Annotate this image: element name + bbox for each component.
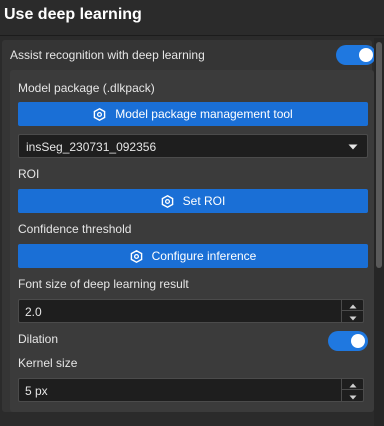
confidence-threshold-label: Confidence threshold — [18, 222, 132, 236]
font-size-value: 2.0 — [25, 305, 42, 319]
kernel-size-stepper[interactable]: 5 px — [18, 378, 364, 402]
kernel-size-label: Kernel size — [18, 356, 78, 370]
font-size-stepper-arrows — [341, 300, 363, 322]
hexagon-gear-icon — [130, 249, 143, 263]
model-package-management-button[interactable]: Model package management tool — [18, 102, 368, 126]
configure-inference-label: Configure inference — [151, 249, 257, 263]
dilation-label: Dilation — [18, 332, 59, 346]
dilation-toggle[interactable] — [328, 331, 368, 351]
triangle-down-icon — [347, 140, 359, 152]
hexagon-gear-icon — [93, 107, 106, 121]
assist-recognition-toggle[interactable] — [336, 45, 376, 65]
set-roi-label: Set ROI — [182, 194, 226, 208]
section-title: Use deep learning — [4, 6, 142, 23]
set-roi-button[interactable]: Set ROI — [18, 189, 368, 213]
hexagon-gear-icon — [161, 194, 174, 208]
toggle-knob — [351, 334, 365, 348]
configure-inference-button[interactable]: Configure inference — [18, 244, 368, 268]
font-size-label: Font size of deep learning result — [18, 277, 189, 291]
kernel-size-stepper-arrows — [341, 379, 363, 401]
model-package-selected-value: insSeg_230731_092356 — [26, 140, 157, 154]
chevron-down-icon — [349, 308, 357, 326]
chevron-down-icon — [349, 387, 357, 405]
assist-recognition-label: Assist recognition with deep learning — [10, 48, 205, 62]
model-package-select[interactable]: insSeg_230731_092356 — [18, 134, 368, 158]
model-package-management-label: Model package management tool — [115, 107, 293, 121]
kernel-size-decrement-button[interactable] — [342, 390, 363, 401]
deep-learning-settings-panel: Use deep learning Assist recognition wit… — [0, 0, 384, 426]
scrollbar-thumb[interactable] — [376, 42, 382, 268]
toggle-knob — [359, 48, 373, 62]
font-size-decrement-button[interactable] — [342, 311, 363, 322]
font-size-stepper[interactable]: 2.0 — [18, 299, 364, 323]
model-package-label: Model package (.dlkpack) — [18, 81, 155, 95]
roi-label: ROI — [18, 167, 40, 181]
title-divider — [0, 35, 384, 36]
kernel-size-value: 5 px — [25, 384, 48, 398]
